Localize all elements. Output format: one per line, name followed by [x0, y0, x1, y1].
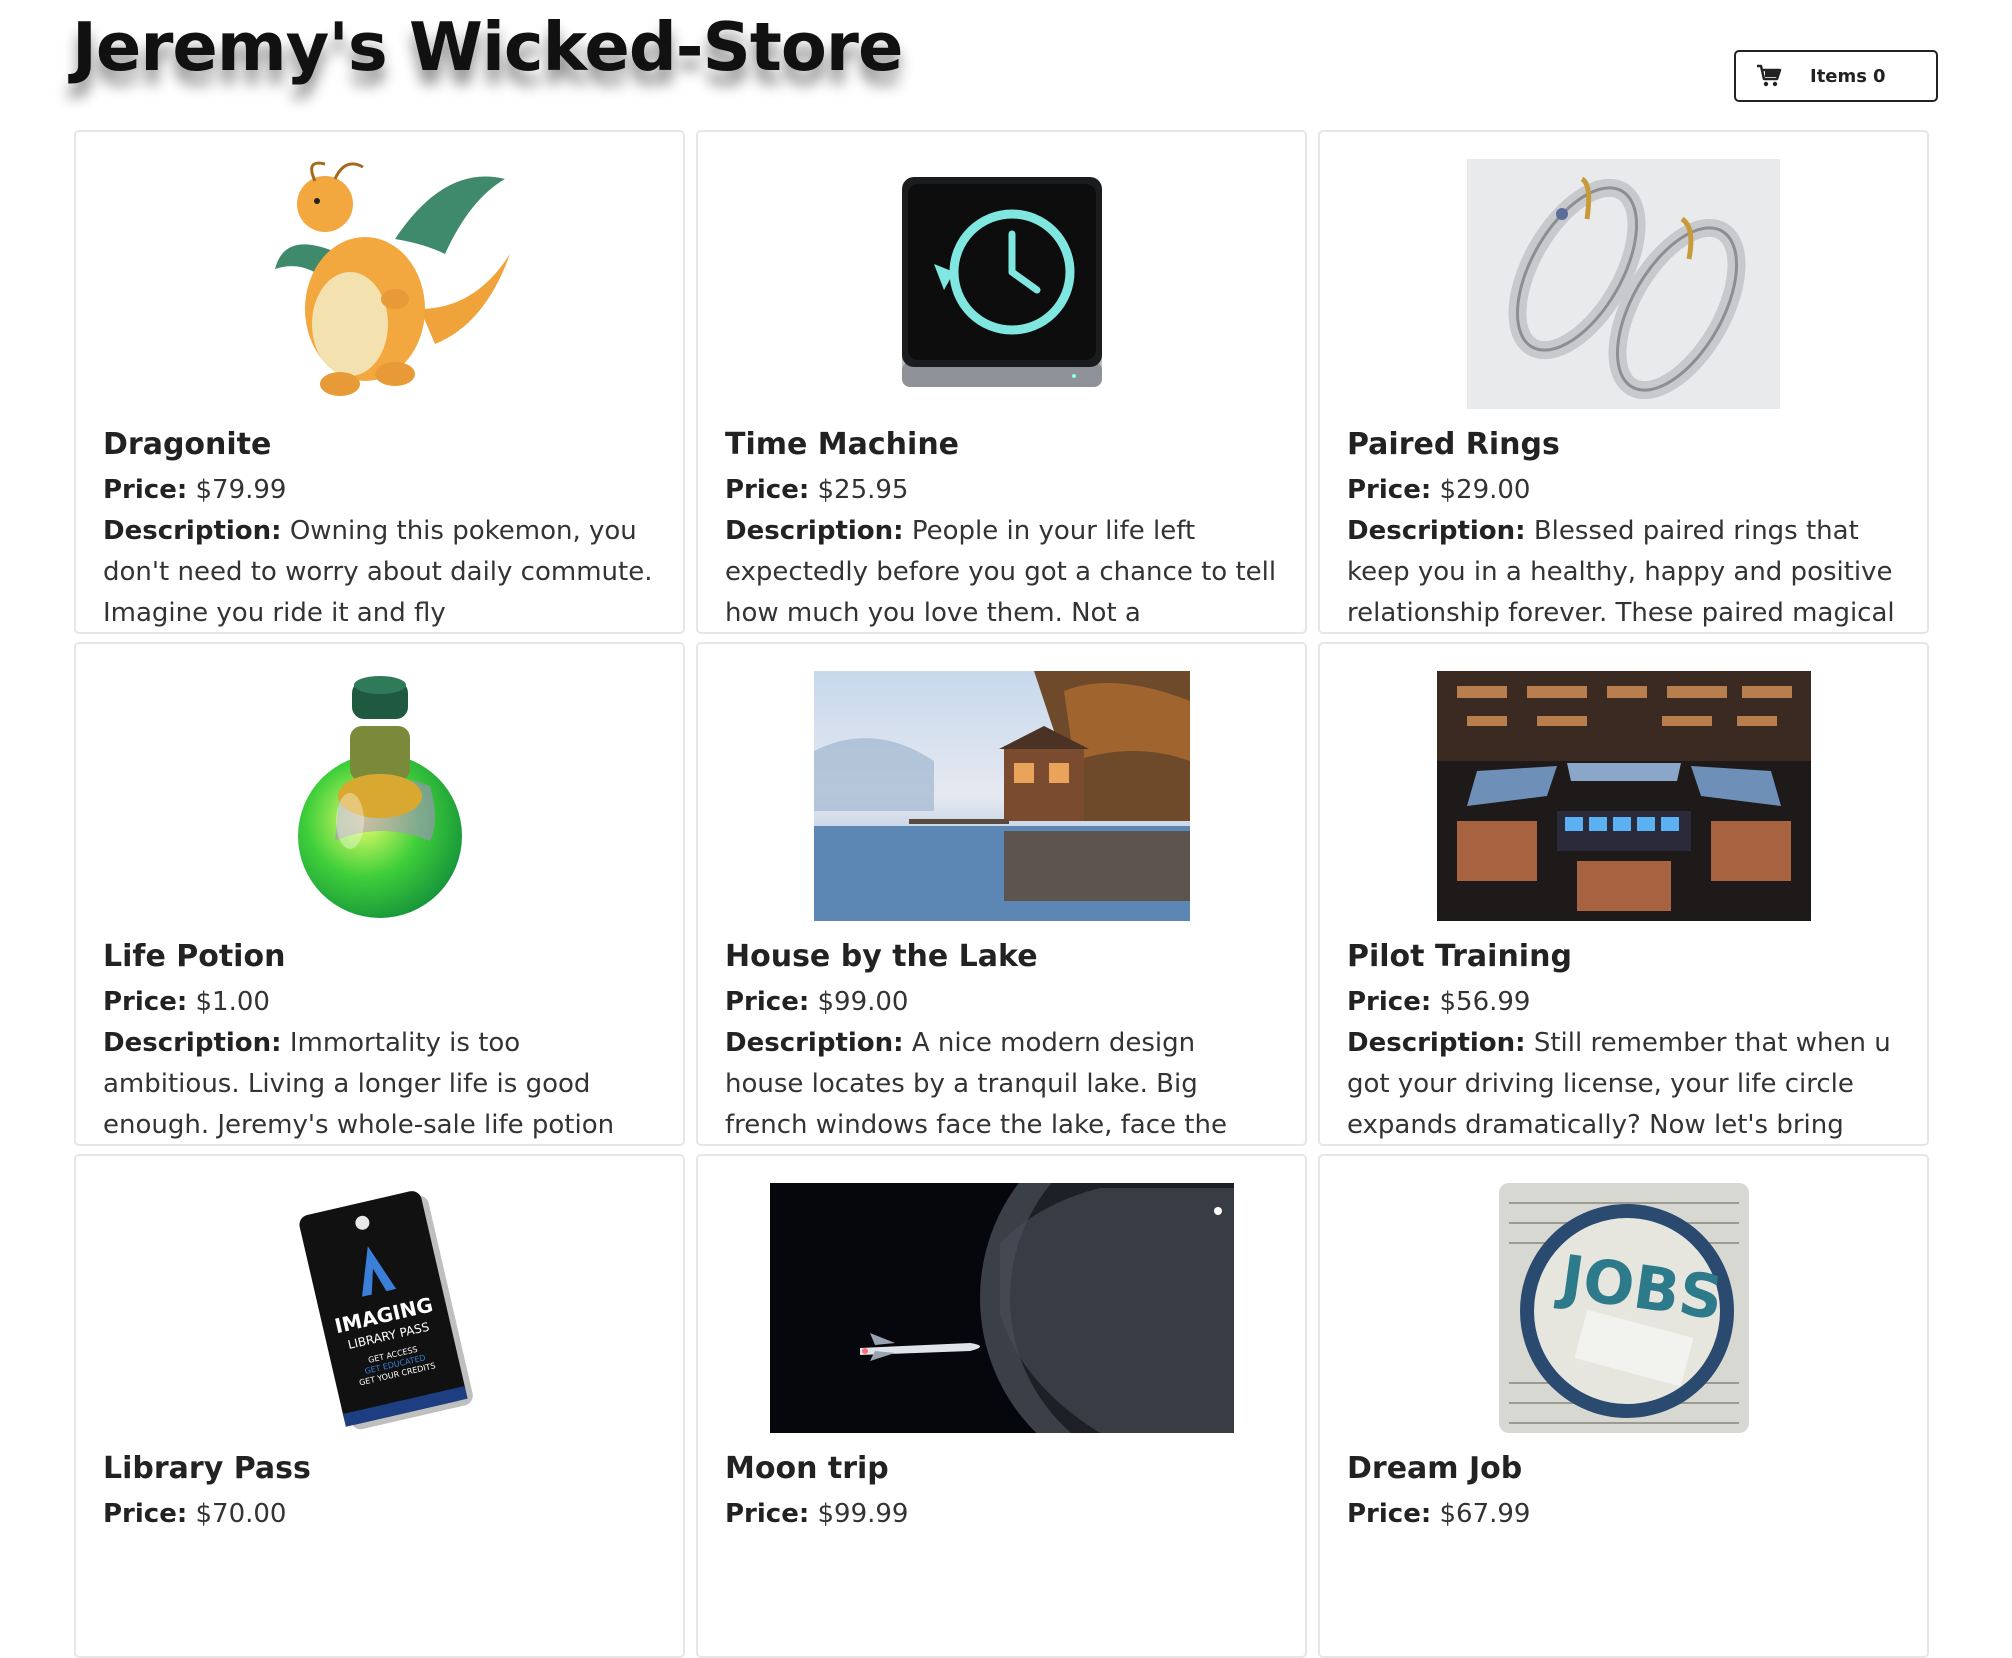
price-value: $25.95 — [817, 475, 909, 505]
product-description: Description: Owning this pokemon, you do… — [103, 511, 656, 632]
cart-count: 0 — [1872, 65, 1886, 87]
product-card[interactable]: JOBS Dream Job Price: $67.99 — [1318, 1154, 1929, 1658]
price-value: $29.00 — [1439, 475, 1531, 505]
product-description: Description: Blessed paired rings that k… — [1347, 511, 1900, 632]
dream-job-image: JOBS — [1498, 1183, 1749, 1433]
product-card[interactable]: Pilot Training Price: $56.99 Description… — [1318, 642, 1929, 1146]
product-description: Description: Immortality is too ambitiou… — [103, 1023, 656, 1144]
product-price: Price: $25.95 — [725, 470, 1278, 511]
price-label: Price: — [1347, 1499, 1432, 1529]
product-name: Paired Rings — [1347, 427, 1560, 462]
product-description: Description: Still remember that when u … — [1347, 1023, 1900, 1144]
moon-trip-image — [769, 1183, 1234, 1433]
price-value: $99.00 — [817, 987, 909, 1017]
price-value: $56.99 — [1439, 987, 1531, 1017]
product-price: Price: $56.99 — [1347, 982, 1900, 1023]
store-title: Jeremy's Wicked-Store — [72, 8, 903, 86]
product-price: Price: $29.00 — [1347, 470, 1900, 511]
product-card[interactable]: Dragonite Price: $79.99 Description: Own… — [74, 130, 685, 634]
product-price: Price: $99.00 — [725, 982, 1278, 1023]
product-name: Time Machine — [725, 427, 960, 462]
product-price: Price: $70.00 — [103, 1494, 656, 1535]
product-price: Price: $1.00 — [103, 982, 656, 1023]
product-name: Dragonite — [103, 427, 272, 462]
product-name: Pilot Training — [1347, 939, 1572, 974]
product-name: House by the Lake — [725, 939, 1038, 974]
product-name: Library Pass — [103, 1451, 311, 1486]
product-description: Description: A nice modern design house … — [725, 1023, 1278, 1144]
cockpit-image — [1436, 671, 1811, 921]
price-value: $1.00 — [195, 987, 270, 1017]
product-card[interactable]: Life Potion Price: $1.00 Description: Im… — [74, 642, 685, 1146]
life-potion-image — [297, 676, 462, 918]
paired-rings-image — [1467, 159, 1780, 409]
product-name: Moon trip — [725, 1451, 889, 1486]
time-machine-image — [901, 176, 1102, 387]
price-label: Price: — [103, 475, 188, 505]
product-name: Life Potion — [103, 939, 286, 974]
price-value: $99.99 — [817, 1499, 909, 1529]
price-value: $70.00 — [195, 1499, 287, 1529]
cart-label: Items — [1810, 65, 1867, 87]
product-description: Description: People in your life left ex… — [725, 511, 1278, 632]
product-price: Price: $79.99 — [103, 470, 656, 511]
product-card[interactable]: House by the Lake Price: $99.00 Descript… — [696, 642, 1307, 1146]
price-value: $79.99 — [195, 475, 287, 505]
product-card[interactable]: Paired Rings Price: $29.00 Description: … — [1318, 130, 1929, 634]
dragonite-image — [274, 161, 510, 396]
product-price: Price: $99.99 — [725, 1494, 1278, 1535]
cart-button[interactable]: Items 0 — [1734, 50, 1938, 102]
description-label: Description: — [103, 516, 282, 546]
product-price: Price: $67.99 — [1347, 1494, 1900, 1535]
lake-house-image — [813, 671, 1190, 921]
price-label: Price: — [1347, 987, 1432, 1017]
product-card[interactable]: Time Machine Price: $25.95 Description: … — [696, 130, 1307, 634]
product-card[interactable]: IMAGING LIBRARY PASS GET ACCESS GET EDUC… — [74, 1154, 685, 1658]
price-label: Price: — [725, 987, 810, 1017]
product-grid: Dragonite Price: $79.99 Description: Own… — [74, 130, 1929, 1658]
description-label: Description: — [1347, 516, 1526, 546]
price-label: Price: — [103, 987, 188, 1017]
description-label: Description: — [103, 1028, 282, 1058]
description-label: Description: — [1347, 1028, 1526, 1058]
product-card[interactable]: Moon trip Price: $99.99 — [696, 1154, 1307, 1658]
product-name: Dream Job — [1347, 1451, 1523, 1486]
price-label: Price: — [103, 1499, 188, 1529]
description-label: Description: — [725, 1028, 904, 1058]
cart-icon — [1756, 64, 1782, 88]
price-label: Price: — [725, 1499, 810, 1529]
library-pass-image: IMAGING LIBRARY PASS GET ACCESS GET EDUC… — [298, 1191, 473, 1430]
price-label: Price: — [1347, 475, 1432, 505]
price-value: $67.99 — [1439, 1499, 1531, 1529]
price-label: Price: — [725, 475, 810, 505]
description-label: Description: — [725, 516, 904, 546]
